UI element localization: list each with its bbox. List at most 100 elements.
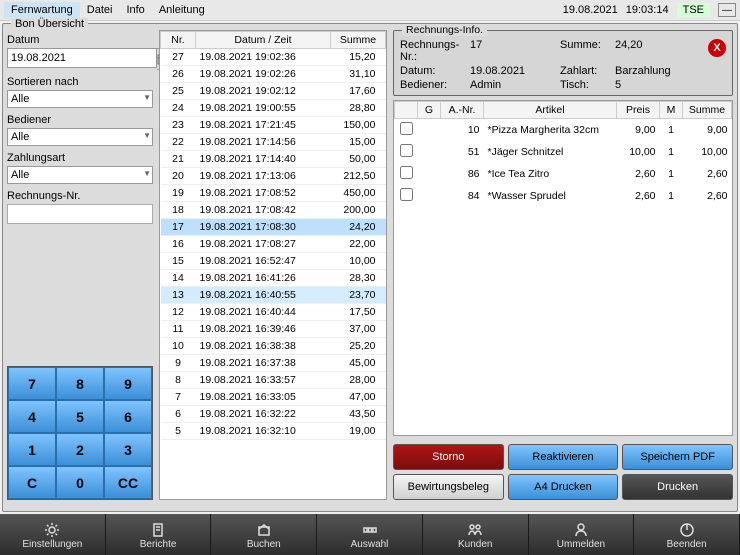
table-row[interactable]: 2419.08.2021 19:00:5528,80: [161, 100, 386, 117]
col-anr[interactable]: A.-Nr.: [441, 102, 484, 119]
item-row[interactable]: 84*Wasser Sprudel2,6012,60: [395, 185, 732, 207]
info-title: Rechnungs-Info.: [402, 24, 487, 36]
key-2[interactable]: 2: [56, 433, 104, 466]
reaktivieren-button[interactable]: Reaktivieren: [508, 444, 619, 470]
col-g[interactable]: G: [418, 102, 441, 119]
info-datum-label: Datum:: [400, 65, 470, 77]
col-isumme[interactable]: Summe: [683, 102, 732, 119]
close-icon[interactable]: X: [708, 39, 726, 57]
table-row[interactable]: 1319.08.2021 16:40:5523,70: [161, 287, 386, 304]
item-checkbox[interactable]: [400, 122, 413, 135]
col-artikel[interactable]: Artikel: [484, 102, 617, 119]
bottombar: EinstellungenBerichteBuchenAuswahlKunden…: [0, 514, 740, 555]
menu-anleitung[interactable]: Anleitung: [152, 2, 212, 18]
info-tisch-label: Tisch:: [560, 79, 615, 91]
item-checkbox[interactable]: [400, 166, 413, 179]
menu-info[interactable]: Info: [119, 2, 151, 18]
table-row[interactable]: 1619.08.2021 17:08:2722,00: [161, 236, 386, 253]
bottombar-auswahl[interactable]: Auswahl: [317, 514, 423, 555]
col-m[interactable]: M: [660, 102, 683, 119]
item-checkbox[interactable]: [400, 144, 413, 157]
table-row[interactable]: 2719.08.2021 19:02:3615,20: [161, 49, 386, 66]
table-row[interactable]: 619.08.2021 16:32:2243,50: [161, 406, 386, 423]
col-summe[interactable]: Summe: [331, 32, 386, 49]
header-date: 19.08.2021: [563, 4, 618, 16]
info-datum: 19.08.2021: [470, 65, 560, 77]
key-6[interactable]: 6: [104, 400, 152, 433]
date-label: Datum: [7, 34, 153, 46]
pdf-button[interactable]: Speichern PDF: [622, 444, 733, 470]
table-row[interactable]: 2019.08.2021 17:13:06212,50: [161, 168, 386, 185]
table-row[interactable]: 2119.08.2021 17:14:4050,00: [161, 151, 386, 168]
bediener-select[interactable]: [7, 128, 153, 146]
storno-button[interactable]: Storno: [393, 444, 504, 470]
table-row[interactable]: 2319.08.2021 17:21:45150,00: [161, 117, 386, 134]
header-time: 19:03:14: [626, 4, 669, 16]
sort-label: Sortieren nach: [7, 76, 153, 88]
col-check: [395, 102, 418, 119]
info-zahlart-label: Zahlart:: [560, 65, 615, 77]
table-row[interactable]: 1919.08.2021 17:08:52450,00: [161, 185, 386, 202]
table-row[interactable]: 519.08.2021 16:32:1019,00: [161, 423, 386, 440]
table-row[interactable]: 1519.08.2021 16:52:4710,00: [161, 253, 386, 270]
table-row[interactable]: 719.08.2021 16:33:0547,00: [161, 389, 386, 406]
rnr-input[interactable]: [7, 204, 153, 224]
key-9[interactable]: 9: [104, 367, 152, 400]
key-C[interactable]: C: [8, 466, 56, 499]
key-4[interactable]: 4: [8, 400, 56, 433]
table-row[interactable]: 1419.08.2021 16:41:2628,30: [161, 270, 386, 287]
rnr-label: Rechnungs-Nr.: [7, 190, 153, 202]
bottombar-kunden[interactable]: Kunden: [423, 514, 529, 555]
menu-fernwartung[interactable]: Fernwartung: [4, 2, 80, 18]
bottombar-berichte[interactable]: Berichte: [106, 514, 212, 555]
item-row[interactable]: 51*Jäger Schnitzel10,00110,00: [395, 141, 732, 163]
col-datetime[interactable]: Datum / Zeit: [196, 32, 331, 49]
items-grid[interactable]: G A.-Nr. Artikel Preis M Summe 10*Pizza …: [393, 100, 733, 436]
table-row[interactable]: 2219.08.2021 17:14:5615,00: [161, 134, 386, 151]
table-row[interactable]: 919.08.2021 16:37:3845,00: [161, 355, 386, 372]
panel-title: Bon Übersicht: [11, 18, 88, 30]
item-checkbox[interactable]: [400, 188, 413, 201]
info-bediener: Admin: [470, 79, 560, 91]
item-row[interactable]: 10*Pizza Margherita 32cm9,0019,00: [395, 119, 732, 142]
table-row[interactable]: 1219.08.2021 16:40:4417,50: [161, 304, 386, 321]
receipts-grid[interactable]: Nr. Datum / Zeit Summe 2719.08.2021 19:0…: [159, 30, 387, 500]
filters: Datum Sortieren nach ▼ Bediener ▼ Zahlun…: [7, 30, 153, 500]
table-row[interactable]: 1119.08.2021 16:39:4637,00: [161, 321, 386, 338]
item-row[interactable]: 86*Ice Tea Zitro2,6012,60: [395, 163, 732, 185]
invoice-info: Rechnungs-Info. Rechnungs-Nr.:17 Summe:2…: [393, 30, 733, 96]
table-row[interactable]: 1819.08.2021 17:08:42200,00: [161, 202, 386, 219]
bon-panel: Bon Übersicht Datum Sortieren nach ▼ Bed…: [2, 23, 738, 512]
bottombar-buchen[interactable]: Buchen: [211, 514, 317, 555]
menu-datei[interactable]: Datei: [80, 2, 120, 18]
key-8[interactable]: 8: [56, 367, 104, 400]
tse-badge: TSE: [677, 3, 710, 17]
table-row[interactable]: 2519.08.2021 19:02:1217,60: [161, 83, 386, 100]
zahlart-select[interactable]: [7, 166, 153, 184]
bewirtung-button[interactable]: Bewirtungsbeleg: [393, 474, 504, 500]
table-row[interactable]: 819.08.2021 16:33:5728,00: [161, 372, 386, 389]
key-CC[interactable]: CC: [104, 466, 152, 499]
sort-select[interactable]: [7, 90, 153, 108]
info-bediener-label: Bediener:: [400, 79, 470, 91]
key-3[interactable]: 3: [104, 433, 152, 466]
key-5[interactable]: 5: [56, 400, 104, 433]
table-row[interactable]: 2619.08.2021 19:02:2631,10: [161, 66, 386, 83]
bottombar-einstellungen[interactable]: Einstellungen: [0, 514, 106, 555]
table-row[interactable]: 1019.08.2021 16:38:3825,20: [161, 338, 386, 355]
key-7[interactable]: 7: [8, 367, 56, 400]
bottombar-beenden[interactable]: Beenden: [634, 514, 740, 555]
bottombar-ummelden[interactable]: Ummelden: [529, 514, 635, 555]
col-preis[interactable]: Preis: [617, 102, 660, 119]
drucken-button[interactable]: Drucken: [622, 474, 733, 500]
keypad: 789 456 123 C0CC: [7, 366, 153, 500]
a4-button[interactable]: A4 Drucken: [508, 474, 619, 500]
key-0[interactable]: 0: [56, 466, 104, 499]
menubar: Fernwartung Datei Info Anleitung 19.08.2…: [0, 0, 740, 21]
key-1[interactable]: 1: [8, 433, 56, 466]
table-row[interactable]: 1719.08.2021 17:08:3024,20: [161, 219, 386, 236]
col-nr[interactable]: Nr.: [161, 32, 196, 49]
minimize-button[interactable]: —: [718, 3, 736, 17]
info-summe-label: Summe:: [560, 39, 615, 63]
date-input[interactable]: [7, 48, 157, 68]
